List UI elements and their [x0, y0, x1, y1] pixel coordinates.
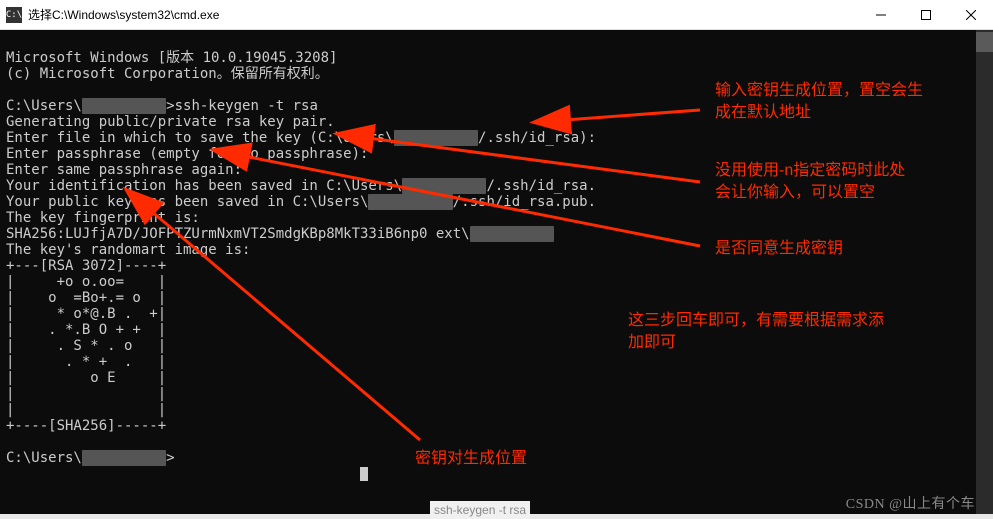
terminal-line: Generating public/private rsa key pair. — [6, 114, 335, 130]
terminal-line: | * o*@.B . +| — [6, 306, 166, 322]
window-titlebar: C:\ 选择C:\Windows\system32\cmd.exe — [0, 0, 993, 30]
terminal-line: Your public key has been saved in C:\Use… — [6, 194, 596, 210]
terminal-line: | +o o.oo= | — [6, 274, 166, 290]
terminal-line: | o E | — [6, 370, 166, 386]
terminal-line: The key's randomart image is: — [6, 242, 250, 258]
terminal-line: Enter file in which to save the key (C:\… — [6, 130, 596, 146]
scrollbar-thumb[interactable] — [976, 32, 993, 52]
terminal-line: | | — [6, 386, 166, 402]
terminal-line: Your identification has been saved in C:… — [6, 178, 596, 194]
csdn-watermark: CSDN @山上有个车 — [846, 493, 975, 513]
annotation-location: 输入密钥生成位置，置空会生成在默认地址 — [715, 80, 923, 125]
terminal-line: Enter passphrase (empty for no passphras… — [6, 146, 368, 162]
terminal-line: | | — [6, 402, 166, 418]
terminal-line: | . * + . | — [6, 354, 166, 370]
window-controls — [858, 0, 993, 29]
terminal-line: | o =Bo+.= o | — [6, 290, 166, 306]
minimize-button[interactable] — [858, 0, 903, 29]
terminal-cursor — [6, 466, 368, 482]
terminal-line: Microsoft Windows [版本 10.0.19045.3208] — [6, 50, 337, 66]
annotation-confirm: 是否同意生成密钥 — [715, 238, 843, 260]
terminal-line: Enter same passphrase again: — [6, 162, 242, 178]
window-title: 选择C:\Windows\system32\cmd.exe — [28, 6, 858, 23]
cmd-icon: C:\ — [6, 7, 22, 23]
terminal-line: C:\Users\ > — [6, 450, 175, 466]
maximize-button[interactable] — [903, 0, 948, 29]
terminal-line: +----[SHA256]-----+ — [6, 418, 166, 434]
background-text-fragment: ssh-keygen -t rsa — [430, 501, 530, 519]
terminal-line: +---[RSA 3072]----+ — [6, 258, 166, 274]
terminal-line: (c) Microsoft Corporation。保留所有权利。 — [6, 66, 329, 82]
annotation-keypair-location: 密钥对生成位置 — [415, 448, 527, 470]
vertical-scrollbar[interactable] — [976, 30, 993, 514]
terminal-line: | . *.B O + + | — [6, 322, 166, 338]
terminal-line: The key fingerprint is: — [6, 210, 200, 226]
annotation-summary: 这三步回车即可，有需要根据需求添加即可 — [628, 310, 884, 355]
terminal-line: SHA256:LUJfjA7D/JOFPTZUrmNxmVT2SmdgKBp8M… — [6, 226, 554, 242]
terminal-line: C:\Users\ >ssh-keygen -t rsa — [6, 98, 318, 114]
terminal-line: | . S * . o | — [6, 338, 166, 354]
close-button[interactable] — [948, 0, 993, 29]
annotation-passphrase: 没用使用-n指定密码时此处会让你输入，可以置空 — [715, 160, 905, 205]
